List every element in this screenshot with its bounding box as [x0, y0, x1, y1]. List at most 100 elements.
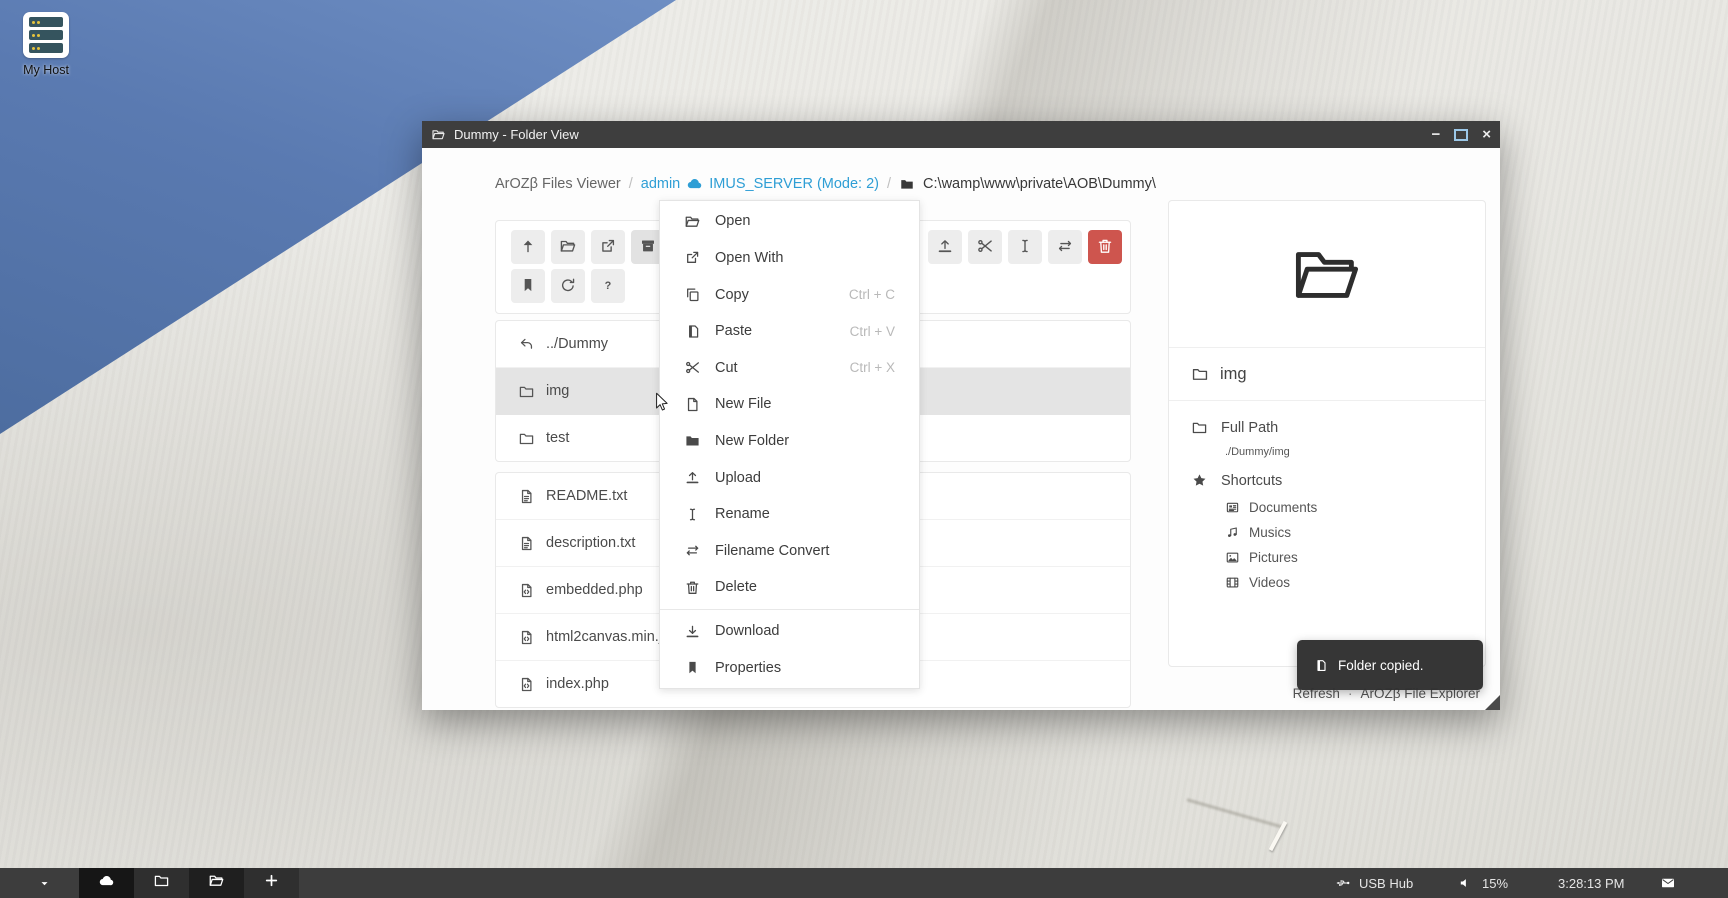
toolbar-button-folder-open[interactable] [551, 230, 585, 264]
file-code-icon [518, 582, 535, 599]
menu-item-rename[interactable]: Rename [660, 496, 919, 533]
bookmark-icon [684, 659, 702, 676]
upload-icon [936, 237, 954, 258]
external-icon [684, 249, 702, 266]
download-icon [684, 623, 702, 640]
shortcut-pictures[interactable]: Pictures [1225, 545, 1463, 570]
back-icon [518, 336, 535, 353]
shortcut-list: DocumentsMusicsPictures Videos [1225, 495, 1463, 595]
menu-item-upload[interactable]: Upload [660, 459, 919, 496]
shortcut-videos[interactable]: Videos [1225, 570, 1463, 595]
menu-item-paste[interactable]: PasteCtrl + V [660, 313, 919, 350]
desktop: My Host Dummy - Folder View − × ArOZβ Fi… [0, 0, 1728, 898]
taskbar-tile-cloud[interactable] [79, 868, 134, 898]
shortcut-documents[interactable]: Documents [1225, 495, 1463, 520]
ibeam-icon [1016, 237, 1034, 258]
menu-item-delete[interactable]: Delete [660, 569, 919, 606]
menu-item-cut[interactable]: CutCtrl + X [660, 349, 919, 386]
volume-status[interactable]: 15% [1458, 875, 1508, 891]
menu-item-copy[interactable]: Copy Ctrl + C [660, 276, 919, 313]
window-titlebar[interactable]: Dummy - Folder View − × [422, 121, 1500, 148]
taskbar-tile-folder[interactable] [134, 868, 189, 898]
scissors-icon [684, 359, 702, 376]
menu-item-filename-convert[interactable]: Filename Convert [660, 532, 919, 569]
menu-item-label: Properties [715, 660, 781, 676]
toolbar-button-trash[interactable] [1088, 230, 1122, 264]
breadcrumb-separator: / [887, 176, 891, 192]
menu-item-properties[interactable]: Properties [660, 649, 919, 686]
minimize-button[interactable]: − [1431, 127, 1440, 142]
maximize-button[interactable] [1454, 129, 1468, 141]
toolbar-button-ibeam[interactable] [1008, 230, 1042, 264]
menu-item-new-folder[interactable]: New Folder [660, 423, 919, 460]
menu-item-label: Paste [715, 323, 752, 339]
menu-divider [660, 609, 919, 610]
breadcrumb-server-link[interactable]: admin IMUS_SERVER (Mode: 2) [641, 175, 879, 192]
folder-icon [518, 430, 535, 447]
star-icon [1191, 472, 1208, 489]
menu-item-label: New Folder [715, 433, 789, 449]
caret-down-icon[interactable] [38, 877, 51, 890]
file-text-icon [518, 535, 535, 552]
file-row-label: README.txt [546, 488, 627, 504]
window-title: Dummy - Folder View [454, 127, 579, 142]
file-code-icon [518, 629, 535, 646]
file-row-label: embedded.php [546, 582, 643, 598]
external-icon [599, 237, 617, 258]
upload-icon [684, 469, 702, 486]
toolbar-button-refresh[interactable] [551, 269, 585, 303]
menu-item-open-with[interactable]: Open With [660, 240, 919, 277]
close-button[interactable]: × [1482, 127, 1491, 142]
taskbar-tiles [79, 868, 299, 898]
window-content: ArOZβ Files Viewer / admin IMUS_SERVER (… [422, 148, 1500, 710]
clock: 3:28:13 PM [1558, 876, 1625, 891]
folder-icon [153, 872, 170, 894]
toolbar-button-scissors[interactable] [968, 230, 1002, 264]
mail-button[interactable] [1660, 875, 1676, 891]
taskbar-tile-plus[interactable] [244, 868, 299, 898]
folder-icon [518, 383, 535, 400]
menu-item-label: Filename Convert [715, 543, 829, 559]
shortcut-label: Videos [1249, 575, 1290, 590]
menu-item-label: Rename [715, 506, 770, 522]
breadcrumb-user: admin [641, 176, 681, 192]
shortcut-musics[interactable]: Musics [1225, 520, 1463, 545]
desktop-icon-my-host[interactable]: My Host [14, 12, 78, 77]
folder-open-icon [1288, 235, 1366, 313]
menu-item-shortcut: Ctrl + C [849, 287, 895, 302]
toolbar-button-upload[interactable] [928, 230, 962, 264]
toolbar-button-question[interactable]: ? [591, 269, 625, 303]
toolbar-button-swap[interactable] [1048, 230, 1082, 264]
picture-icon [1225, 550, 1240, 565]
details-properties: Full Path ./Dummy/img Shortcuts Document… [1169, 401, 1485, 611]
menu-item-label: Copy [715, 287, 749, 303]
usb-status[interactable]: USB Hub [1335, 875, 1413, 891]
copy-status-icon [1313, 658, 1328, 673]
question-icon: ? [599, 276, 617, 297]
menu-item-label: Open [715, 213, 750, 229]
menu-item-label: Download [715, 623, 780, 639]
menu-item-download[interactable]: Download [660, 613, 919, 650]
menu-item-open[interactable]: Open [660, 203, 919, 240]
menu-item-label: New File [715, 396, 771, 412]
swap-icon [684, 542, 702, 559]
volume-label: 15% [1482, 876, 1508, 891]
breadcrumb-app: ArOZβ Files Viewer [495, 176, 621, 192]
bookmark-icon [519, 276, 537, 297]
folder-row-label: ../Dummy [546, 336, 608, 352]
folder-open-icon [208, 872, 225, 894]
music-icon [1225, 525, 1240, 540]
menu-item-shortcut: Ctrl + X [850, 360, 895, 375]
breadcrumb: ArOZβ Files Viewer / admin IMUS_SERVER (… [495, 175, 1156, 192]
context-menu: Open Open With Copy Ctrl + C PasteCtrl + VCu… [659, 200, 920, 689]
toolbar-button-external[interactable] [591, 230, 625, 264]
file-row-label: html2canvas.min.js [546, 629, 669, 645]
taskbar-tile-folder-open[interactable] [189, 868, 244, 898]
toolbar-button-up[interactable] [511, 230, 545, 264]
resize-handle[interactable] [1485, 695, 1500, 710]
wallpaper-contrail-shadow [1187, 798, 1284, 828]
breadcrumb-server: IMUS_SERVER (Mode: 2) [709, 176, 879, 192]
toolbar-button-bookmark[interactable] [511, 269, 545, 303]
menu-item-new-file[interactable]: New File [660, 386, 919, 423]
toast-notification: Folder copied. [1297, 640, 1483, 690]
